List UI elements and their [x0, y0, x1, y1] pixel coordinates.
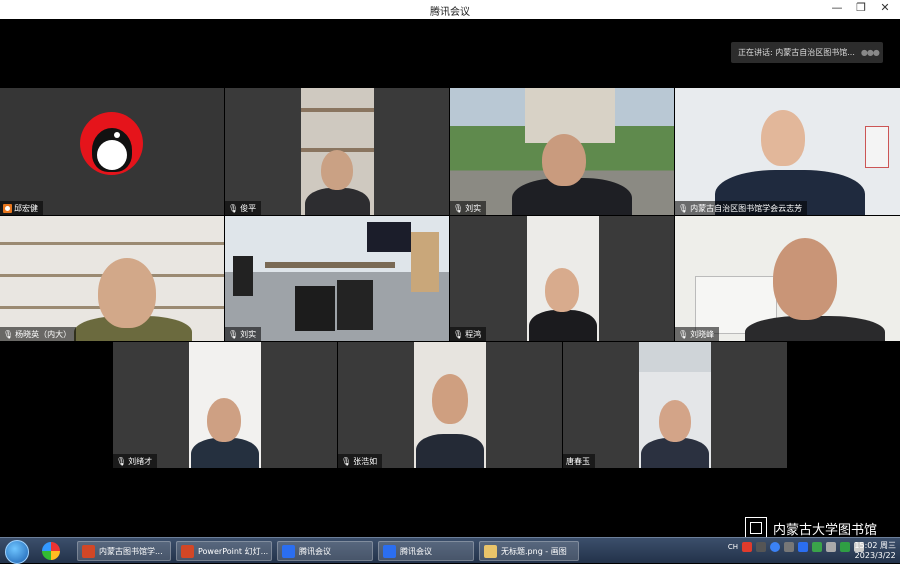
speaking-avatars: ●●●	[860, 48, 880, 57]
clock-time: 15:02 周三	[854, 541, 896, 550]
participant-name-tag: 🎙 张浩如	[338, 454, 383, 468]
network-icon[interactable]	[826, 542, 836, 552]
tencent-meeting-icon	[282, 544, 295, 558]
start-button[interactable]	[5, 540, 29, 564]
settings-icon[interactable]	[756, 542, 766, 552]
watermark-text: 内蒙古大学图书馆	[773, 522, 878, 538]
participant-name-tag: 邱宏健	[0, 201, 43, 215]
microphone-icon: 🎙	[341, 456, 352, 466]
microphone-icon: 🎙	[228, 203, 239, 213]
taskbar-item[interactable]: 内蒙古图书馆学...	[77, 541, 171, 561]
window-title: 腾讯会议	[430, 7, 470, 18]
participant-tile[interactable]: 🎙 程鸿	[450, 216, 674, 341]
participant-name-tag: 🎙 俊平	[225, 201, 262, 215]
tencent-meeting-icon	[383, 544, 396, 558]
participant-name-tag: 🎙 刘实	[450, 201, 487, 215]
participant-tile[interactable]: 🎙 刘实	[225, 216, 449, 341]
title-bar: 腾讯会议 — ❐ ✕	[0, 0, 900, 19]
library-logo-icon	[745, 517, 767, 539]
powerpoint-icon	[181, 544, 194, 558]
help-icon[interactable]	[770, 542, 780, 552]
microphone-icon: 🎙	[678, 203, 689, 213]
participant-name-tag: 🎙 内蒙古自治区图书馆学会云志芳	[675, 201, 808, 215]
taskbar-item[interactable]: 腾讯会议	[277, 541, 373, 561]
clock-date: 2023/3/22	[854, 551, 896, 560]
microphone-icon: 🎙	[678, 329, 689, 339]
clock[interactable]: 15:02 周三 2023/3/22	[854, 541, 896, 561]
input-method-icon[interactable]	[742, 542, 752, 552]
participant-tile[interactable]: 🎙 杨晓英（内大）	[0, 216, 224, 341]
video-feed	[414, 342, 486, 468]
video-feed	[225, 216, 449, 341]
browser-quicklaunch-icon[interactable]	[42, 542, 60, 560]
participant-tile[interactable]: 🎙 刘实	[450, 88, 674, 215]
close-button[interactable]: ✕	[878, 1, 892, 14]
speaking-label: 正在讲话: 内蒙古自治区图书馆...	[738, 48, 855, 57]
minimize-button[interactable]: —	[830, 1, 844, 14]
microphone-icon: 🎙	[116, 456, 127, 466]
participant-tile[interactable]: 🎙 刘绪才	[113, 342, 337, 468]
language-indicator[interactable]: CH	[728, 543, 738, 551]
microphone-icon: 🎙	[228, 329, 239, 339]
video-feed	[301, 88, 374, 215]
microphone-icon: 🎙	[453, 203, 464, 213]
participant-name-tag: 🎙 程鸿	[450, 327, 487, 341]
participant-tile[interactable]: 🎙 张浩如	[338, 342, 562, 468]
security-icon[interactable]	[812, 542, 822, 552]
taskbar-item[interactable]: 腾讯会议	[378, 541, 474, 561]
powerpoint-icon	[82, 544, 95, 558]
video-feed	[675, 88, 900, 215]
paint-icon	[484, 544, 497, 558]
microphone-icon: 🎙	[453, 329, 464, 339]
participant-name-tag: 🎙 杨晓英（内大）	[0, 327, 77, 341]
shield-icon[interactable]	[840, 542, 850, 552]
taskbar-item[interactable]: PowerPoint 幻灯...	[176, 541, 272, 561]
participant-name-tag: 唐春玉	[563, 454, 595, 468]
system-tray: CH	[728, 542, 864, 552]
speaking-indicator: 正在讲话: 内蒙古自治区图书馆... ●●●	[731, 42, 883, 63]
participant-tile[interactable]: 🎙 俊平	[225, 88, 449, 215]
participant-tile[interactable]: 邱宏健	[0, 88, 224, 215]
taskbar-item[interactable]: 无标题.png - 画图	[479, 541, 579, 561]
video-feed	[189, 342, 261, 468]
participant-name-tag: 🎙 刘绪才	[113, 454, 158, 468]
participant-tile[interactable]: 唐春玉	[563, 342, 787, 468]
microphone-icon: 🎙	[3, 329, 14, 339]
host-icon	[3, 203, 12, 213]
participant-name-tag: 🎙 刘晓峰	[675, 327, 720, 341]
video-feed	[0, 216, 224, 341]
participant-tile[interactable]: 🎙 刘晓峰	[675, 216, 900, 341]
video-feed	[675, 216, 900, 341]
video-feed	[639, 342, 711, 468]
restore-button[interactable]: ❐	[854, 1, 868, 14]
participant-name-tag: 🎙 刘实	[225, 327, 262, 341]
taskbar: 内蒙古图书馆学... PowerPoint 幻灯... 腾讯会议 腾讯会议 无标…	[0, 537, 900, 564]
video-feed	[527, 216, 599, 341]
tencent-meeting-tray-icon[interactable]	[798, 542, 808, 552]
video-feed	[450, 88, 674, 215]
participant-tile[interactable]: 🎙 内蒙古自治区图书馆学会云志芳	[675, 88, 900, 215]
keyboard-icon[interactable]	[784, 542, 794, 552]
watermark: 内蒙古大学图书馆	[745, 517, 877, 539]
